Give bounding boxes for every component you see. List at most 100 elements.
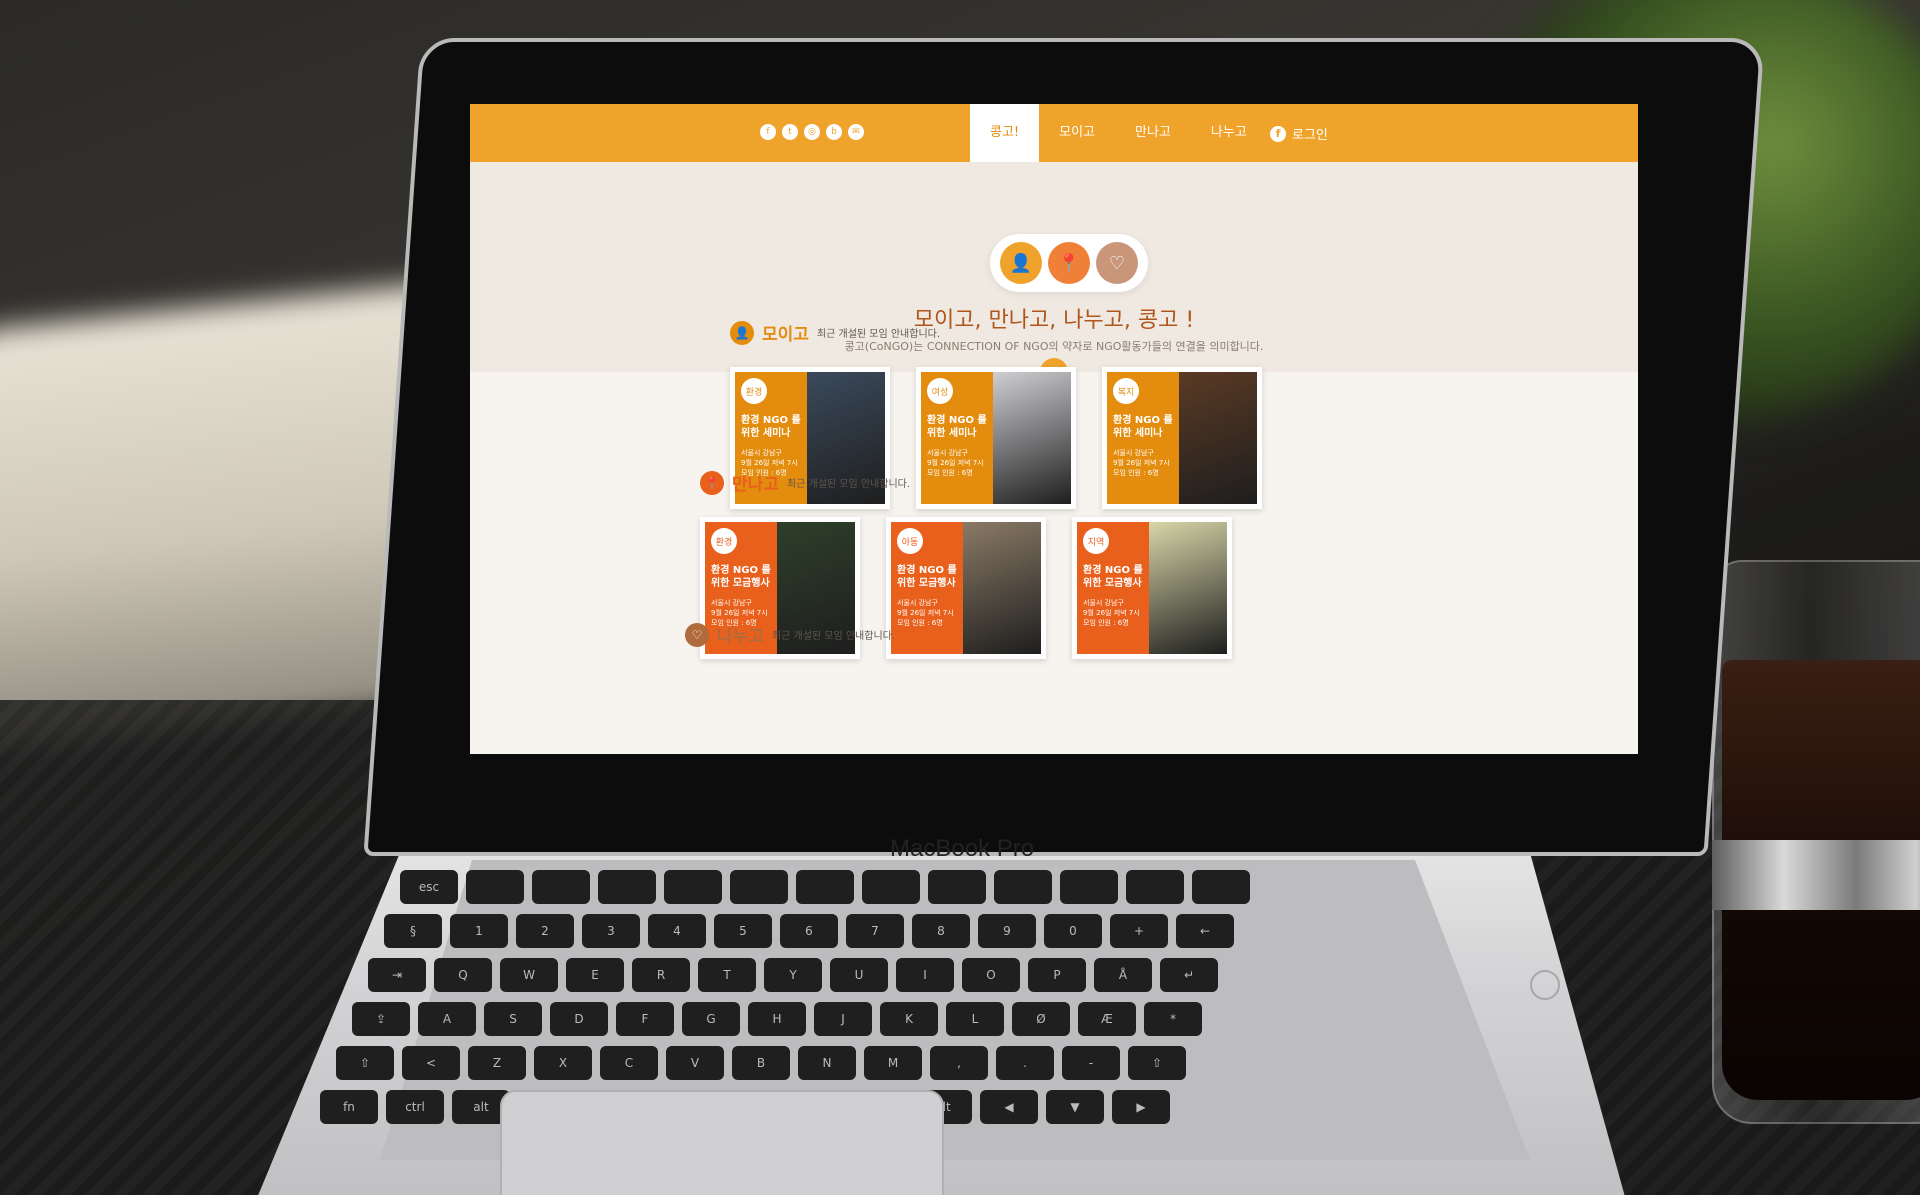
keyboard-key[interactable] <box>1192 870 1250 904</box>
key-row: § 1 2 3 4 5 6 7 8 9 0 + ← <box>384 914 1234 948</box>
keyboard-key[interactable]: O <box>962 958 1020 992</box>
keyboard-key[interactable]: ctrl <box>386 1090 444 1124</box>
keyboard-key[interactable]: B <box>732 1046 790 1080</box>
nav-tab[interactable]: 만나고 <box>1115 104 1191 162</box>
keyboard-key[interactable]: ⇧ <box>336 1046 394 1080</box>
keyboard-key[interactable] <box>1126 870 1184 904</box>
keyboard-key[interactable]: C <box>600 1046 658 1080</box>
keyboard-key[interactable]: Æ <box>1078 1002 1136 1036</box>
keyboard-key[interactable]: ▼ <box>1046 1090 1104 1124</box>
keyboard-key[interactable]: X <box>534 1046 592 1080</box>
facebook-icon[interactable]: f <box>760 124 776 140</box>
keyboard-key[interactable]: I <box>896 958 954 992</box>
keyboard-key[interactable]: ⇥ <box>368 958 426 992</box>
hero-icon-group: 👤 📍 ♡ <box>990 234 1148 292</box>
keyboard-key[interactable] <box>862 870 920 904</box>
keyboard-key[interactable]: 2 <box>516 914 574 948</box>
keyboard-key[interactable]: 1 <box>450 914 508 948</box>
card-meta: 서울시 강남구 9월 26일 저녁 7시 모임 인원 : 6명 <box>897 599 954 627</box>
section-desc: 최근 개설된 모임 안내합니다. <box>816 329 941 340</box>
keyboard-key[interactable]: ◀ <box>980 1090 1038 1124</box>
keyboard-key[interactable]: - <box>1062 1046 1120 1080</box>
keyboard-key[interactable]: § <box>384 914 442 948</box>
keyboard-key[interactable]: 4 <box>648 914 706 948</box>
login-button[interactable]: f 로그인 <box>1270 124 1328 143</box>
keyboard-key[interactable]: S <box>484 1002 542 1036</box>
location-pin-icon: 📍 <box>1048 242 1090 284</box>
keyboard-key[interactable]: 9 <box>978 914 1036 948</box>
keyboard-key[interactable]: ▶ <box>1112 1090 1170 1124</box>
blog-icon[interactable]: b <box>826 124 842 140</box>
keyboard-key[interactable] <box>994 870 1052 904</box>
keyboard-key[interactable]: 0 <box>1044 914 1102 948</box>
person-icon: 👤 <box>730 320 754 345</box>
mail-icon[interactable]: ✉ <box>848 124 864 140</box>
keyboard-key[interactable]: 5 <box>714 914 772 948</box>
keyboard-key[interactable]: K <box>880 1002 938 1036</box>
keyboard-key[interactable]: ↵ <box>1160 958 1218 992</box>
keyboard-key[interactable]: , <box>930 1046 988 1080</box>
website-screen: f t ◎ b ✉ 콩고! 모이고 만나고 나누고 f 로그인 👤 📍 ♡ 모이고, 만나고,… <box>470 104 1638 754</box>
keyboard-key[interactable]: A <box>418 1002 476 1036</box>
keyboard-key[interactable]: Z <box>468 1046 526 1080</box>
meeting-card[interactable]: 아동 환경 NGO 를 위한 모금행사 서울시 강남구 9월 26일 저녁 7시 모임 … <box>886 517 1046 659</box>
keyboard-key[interactable]: Q <box>434 958 492 992</box>
keyboard-key[interactable] <box>730 870 788 904</box>
card-title: 환경 NGO 를 위한 세미나 <box>1113 415 1173 439</box>
keyboard-key[interactable]: ⇧ <box>1128 1046 1186 1080</box>
keyboard-key[interactable]: J <box>814 1002 872 1036</box>
keyboard-key[interactable]: G <box>682 1002 740 1036</box>
keyboard-key[interactable]: N <box>798 1046 856 1080</box>
keyboard-key[interactable]: Y <box>764 958 822 992</box>
section-2: ♡ 나누고 최근 개설된 모임 안내합니다. <box>685 622 895 647</box>
keyboard-key[interactable]: H <box>748 1002 806 1036</box>
keyboard-key[interactable]: 8 <box>912 914 970 948</box>
keyboard-key[interactable]: Å <box>1094 958 1152 992</box>
keyboard-key[interactable] <box>598 870 656 904</box>
keyboard-key[interactable]: esc <box>400 870 458 904</box>
twitter-icon[interactable]: t <box>782 124 798 140</box>
keyboard-key[interactable]: < <box>402 1046 460 1080</box>
keyboard-key[interactable]: 6 <box>780 914 838 948</box>
keyboard-key[interactable] <box>928 870 986 904</box>
keyboard-key[interactable] <box>664 870 722 904</box>
keyboard-key[interactable]: E <box>566 958 624 992</box>
card-title: 환경 NGO 를 위한 세미나 <box>927 415 987 439</box>
social-links: f t ◎ b ✉ <box>760 124 864 140</box>
keyboard-key[interactable]: * <box>1144 1002 1202 1036</box>
trackpad[interactable] <box>500 1090 944 1195</box>
keyboard-key[interactable]: V <box>666 1046 724 1080</box>
keyboard-key[interactable]: Ø <box>1012 1002 1070 1036</box>
keyboard-key[interactable]: T <box>698 958 756 992</box>
keyboard-key[interactable]: R <box>632 958 690 992</box>
meeting-card[interactable]: 지역 환경 NGO 를 위한 모금행사 서울시 강남구 9월 26일 저녁 7시 모임 … <box>1072 517 1232 659</box>
keyboard-key[interactable] <box>796 870 854 904</box>
keyboard-key[interactable]: + <box>1110 914 1168 948</box>
keyboard-key[interactable]: W <box>500 958 558 992</box>
nav-tab[interactable]: 나누고 <box>1191 104 1267 162</box>
keyboard-key[interactable]: 3 <box>582 914 640 948</box>
keyboard-key[interactable]: M <box>864 1046 922 1080</box>
keyboard-key[interactable]: . <box>996 1046 1054 1080</box>
keyboard-key[interactable]: 7 <box>846 914 904 948</box>
keyboard-key[interactable]: P <box>1028 958 1086 992</box>
keyboard-key[interactable]: F <box>616 1002 674 1036</box>
keyboard-key[interactable]: ⇪ <box>352 1002 410 1036</box>
instagram-icon[interactable]: ◎ <box>804 124 820 140</box>
keyboard-key[interactable] <box>1060 870 1118 904</box>
keyboard-key[interactable]: D <box>550 1002 608 1036</box>
keyboard-key[interactable]: L <box>946 1002 1004 1036</box>
nav-tab[interactable]: 콩고! <box>970 104 1040 162</box>
section-title: 모이고 <box>762 325 809 345</box>
power-button[interactable] <box>1530 970 1560 1000</box>
login-label: 로그인 <box>1292 128 1328 143</box>
keyboard-key[interactable] <box>532 870 590 904</box>
nav-tab[interactable]: 모이고 <box>1039 104 1115 162</box>
keyboard-key[interactable]: U <box>830 958 888 992</box>
facebook-icon: f <box>1270 125 1286 142</box>
keyboard-key[interactable]: ← <box>1176 914 1234 948</box>
keyboard-key[interactable]: fn <box>320 1090 378 1124</box>
card-title: 환경 NGO 를 위한 모금행사 <box>1083 565 1143 589</box>
keyboard-key[interactable] <box>466 870 524 904</box>
card-category-badge: 아동 <box>897 528 923 554</box>
